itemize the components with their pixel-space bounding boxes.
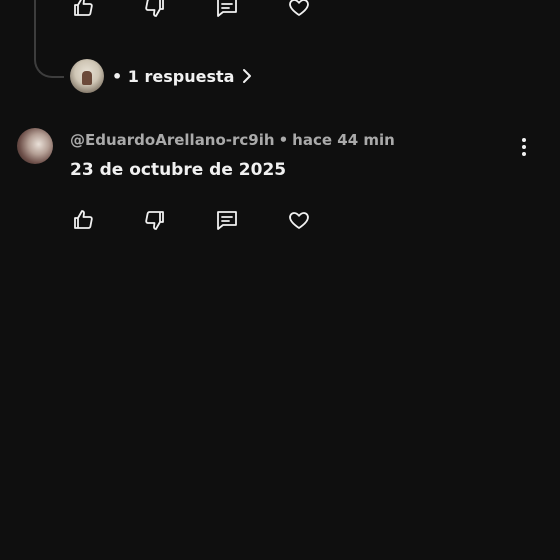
meta-separator: • bbox=[278, 131, 289, 149]
comment-actions bbox=[70, 207, 358, 233]
chevron-right-icon bbox=[240, 67, 254, 85]
comment-text: 23 de octubre de 2025 bbox=[70, 160, 287, 180]
comment-icon bbox=[217, 211, 237, 230]
heart-button[interactable] bbox=[286, 207, 312, 233]
thumbs-up-icon bbox=[74, 210, 93, 229]
heart-button[interactable] bbox=[286, 0, 312, 20]
dislike-button[interactable] bbox=[142, 0, 168, 20]
thumbs-down-icon bbox=[145, 211, 164, 230]
thread-connector-line bbox=[34, 0, 64, 78]
reply-button[interactable] bbox=[214, 207, 240, 233]
comment-time[interactable]: hace 44 min bbox=[292, 131, 395, 149]
comment-header: @EduardoArellano-rc9ih • hace 44 min bbox=[70, 131, 395, 149]
heart-icon bbox=[289, 212, 309, 229]
like-button[interactable] bbox=[70, 207, 96, 233]
like-button[interactable] bbox=[70, 0, 96, 20]
replies-count-label: • 1 respuesta bbox=[112, 66, 235, 86]
heart-icon bbox=[289, 0, 309, 16]
dislike-button[interactable] bbox=[142, 207, 168, 233]
view-replies-button[interactable]: • 1 respuesta bbox=[70, 59, 254, 93]
comment-icon bbox=[217, 0, 237, 17]
previous-comment-actions bbox=[70, 0, 358, 20]
thumbs-down-icon bbox=[145, 0, 164, 17]
more-vert-icon[interactable] bbox=[514, 136, 534, 158]
reply-author-avatar bbox=[70, 59, 104, 93]
comment-author[interactable]: @EduardoArellano-rc9ih bbox=[70, 131, 275, 149]
comment-author-avatar[interactable] bbox=[17, 128, 53, 164]
reply-button[interactable] bbox=[214, 0, 240, 20]
thumbs-up-icon bbox=[74, 0, 93, 16]
